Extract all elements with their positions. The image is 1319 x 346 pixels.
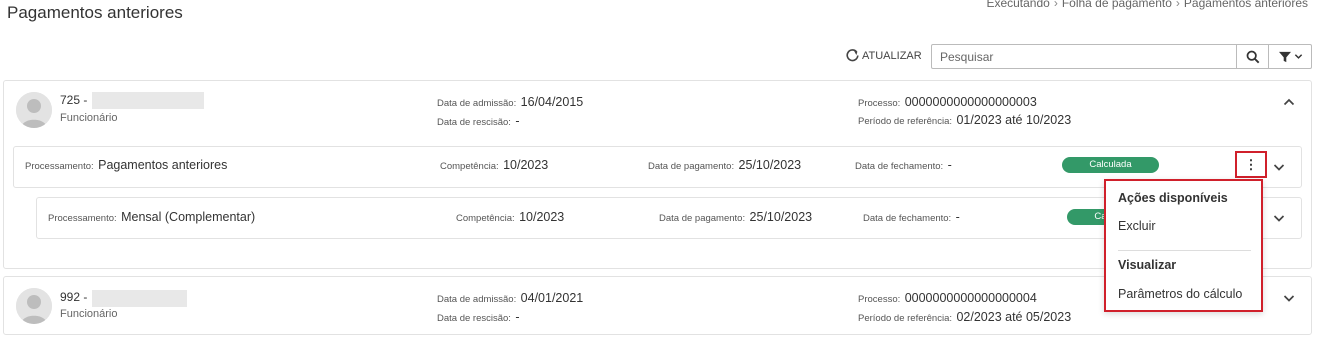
refresh-icon — [846, 49, 859, 62]
competence: Competência: 10/2023 — [440, 158, 549, 172]
chevron-down-icon[interactable] — [1272, 160, 1286, 174]
breadcrumb: Executando › Folha de pagamento › Pagamentos… — [986, 0, 1308, 10]
page-title: Pagamentos anteriores — [7, 3, 183, 22]
avatar — [16, 288, 52, 324]
chevron-down-icon[interactable] — [1282, 291, 1296, 305]
process-number: Processo: 0000000000000000003 — [858, 95, 1037, 109]
termination-date: Data de rescisão: - — [437, 310, 520, 324]
search-button[interactable] — [1236, 44, 1269, 69]
menu-divider — [1118, 250, 1251, 251]
employee-id: 992 - — [60, 290, 88, 304]
user-icon — [16, 92, 52, 128]
closing-date: Data de fechamento: - — [855, 158, 952, 172]
admission-date: Data de admissão: 16/04/2015 — [437, 95, 584, 109]
status-badge: Calculada — [1062, 157, 1159, 173]
admission-date: Data de admissão: 04/01/2021 — [437, 291, 584, 305]
more-actions-button[interactable]: ⋮ — [1235, 151, 1267, 178]
employee-id: 725 - — [60, 93, 88, 107]
closing-date: Data de fechamento: - — [863, 210, 960, 224]
breadcrumb-item[interactable]: Executando — [986, 0, 1049, 10]
redacted-name — [92, 92, 204, 109]
breadcrumb-separator-icon: › — [1053, 0, 1058, 10]
delete-menu-item[interactable]: Excluir — [1118, 219, 1156, 233]
process-number: Processo: 0000000000000000004 — [858, 291, 1037, 305]
processing-name: Processamento: Pagamentos anteriores — [25, 158, 228, 172]
termination-date: Data de rescisão: - — [437, 114, 520, 128]
breadcrumb-item: Pagamentos anteriores — [1183, 0, 1308, 10]
chevron-down-icon[interactable] — [1272, 211, 1286, 225]
employee-role: Funcionário — [60, 112, 118, 124]
reference-period: Período de referência: 01/2023 até 10/20… — [858, 113, 1072, 127]
payment-date: Data de pagamento: 25/10/2023 — [648, 158, 802, 172]
menu-section-actions: Ações disponíveis — [1118, 191, 1228, 205]
user-icon — [16, 288, 52, 324]
processing-name: Processamento: Mensal (Complementar) — [48, 210, 256, 224]
search-input[interactable] — [931, 44, 1237, 69]
payment-date: Data de pagamento: 25/10/2023 — [659, 210, 813, 224]
actions-dropdown-menu: Ações disponíveis Excluir Visualizar Par… — [1104, 179, 1263, 312]
chevron-down-icon — [1294, 54, 1302, 59]
breadcrumb-separator-icon: › — [1175, 0, 1180, 10]
calculation-parameters-menu-item[interactable]: Parâmetros do cálculo — [1118, 287, 1242, 301]
refresh-button[interactable]: ATUALIZAR — [846, 49, 922, 62]
menu-section-view: Visualizar — [1118, 258, 1177, 272]
kebab-icon: ⋮ — [1244, 157, 1258, 172]
refresh-label: ATUALIZAR — [862, 49, 922, 62]
competence: Competência: 10/2023 — [456, 210, 565, 224]
chevron-up-icon[interactable] — [1282, 95, 1296, 109]
filter-dropdown-button[interactable] — [1268, 44, 1312, 69]
search-icon — [1246, 50, 1259, 63]
reference-period: Período de referência: 02/2023 até 05/20… — [858, 310, 1072, 324]
employee-role: Funcionário — [60, 308, 118, 320]
filter-icon — [1278, 51, 1291, 62]
avatar — [16, 92, 52, 128]
redacted-name — [92, 290, 187, 307]
breadcrumb-item[interactable]: Folha de pagamento — [1062, 0, 1172, 10]
